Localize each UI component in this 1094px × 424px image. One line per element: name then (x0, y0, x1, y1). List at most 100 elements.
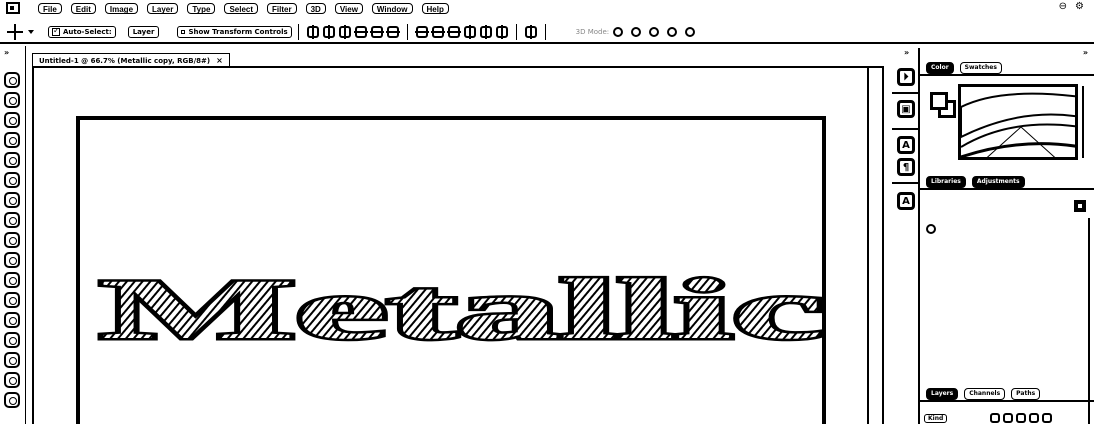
path-select-tool-icon[interactable] (4, 372, 20, 388)
character-panel-icon[interactable]: A (897, 136, 915, 154)
layer-filter-kind-dropdown[interactable]: Kind (924, 413, 948, 423)
properties-panel-icon[interactable]: ▣ (897, 100, 915, 118)
lasso-tool-icon[interactable] (4, 112, 20, 128)
quick-select-tool-icon[interactable] (4, 132, 20, 148)
dodge-tool-icon[interactable] (4, 332, 20, 348)
distribute-top-icon[interactable] (414, 26, 429, 38)
minimize-icon[interactable]: ⊖ (1059, 1, 1067, 12)
menu-type[interactable]: Type (187, 2, 216, 14)
filter-smart-object-icon[interactable] (1042, 413, 1053, 423)
foreground-color-swatch[interactable] (930, 92, 948, 110)
close-icon[interactable]: × (216, 56, 223, 65)
panel-dock: » Color Swatches Libraries Adjustments L… (920, 48, 1094, 424)
menu-help[interactable]: Help (421, 2, 449, 14)
align-hcenter-icon[interactable] (369, 26, 384, 38)
menu-edit[interactable]: Edit (70, 2, 96, 14)
filter-pixel-icon[interactable] (990, 413, 1001, 423)
3d-roll-icon[interactable] (631, 27, 642, 37)
metallic-text: Metallic (100, 270, 824, 350)
clone-stamp-tool-icon[interactable] (4, 232, 20, 248)
tab-layers[interactable]: Layers (926, 388, 959, 400)
color-spectrum[interactable] (958, 84, 1078, 160)
tab-channels[interactable]: Channels (964, 388, 1006, 400)
3d-rotate-icon[interactable] (613, 27, 624, 37)
checkbox-icon (52, 26, 60, 36)
3d-mode-label: 3D Mode: (575, 28, 610, 36)
divider (515, 24, 517, 40)
tab-libraries[interactable]: Libraries (926, 176, 966, 188)
checkbox-icon (181, 30, 186, 34)
blur-tool-icon[interactable] (4, 312, 20, 328)
options-bar: Auto-Select: Layer Show Transform Contro… (0, 22, 1094, 44)
auto-select-checkbox[interactable]: Auto-Select: (48, 26, 116, 38)
tool-preset-caret-icon[interactable] (28, 30, 34, 34)
menu-filter[interactable]: Filter (267, 2, 297, 14)
tab-swatches[interactable]: Swatches (959, 62, 1002, 74)
document-scrollbar[interactable] (867, 66, 884, 424)
menu-3d[interactable]: 3D (305, 2, 326, 14)
distribute-vcenter-icon[interactable] (430, 26, 445, 38)
layers-panel-tabs: Layers Channels Paths (920, 386, 1094, 402)
eyedropper-tool-icon[interactable] (4, 172, 20, 188)
menu-bar: File Edit Image Layer Type Select Filter… (0, 0, 1094, 16)
3d-scale-icon[interactable] (685, 27, 696, 37)
history-panel-icon[interactable]: ⏵ (897, 68, 915, 86)
show-transform-label: Show Transform Controls (188, 28, 288, 36)
filter-shape-icon[interactable] (1029, 413, 1040, 423)
filter-adjustment-icon[interactable] (1003, 413, 1014, 423)
libraries-panel-tabs: Libraries Adjustments (920, 174, 1094, 190)
window-controls: ⊖ ⚙ (1059, 1, 1084, 12)
document-tab[interactable]: Untitled-1 @ 66.7% (Metallic copy, RGB/8… (32, 53, 230, 67)
menu-file[interactable]: File (38, 2, 62, 14)
pen-tool-icon[interactable] (4, 352, 20, 368)
glyphs-panel-icon[interactable]: A (897, 192, 915, 210)
tab-adjustments[interactable]: Adjustments (971, 176, 1025, 188)
panel-grip-icon[interactable]: » (4, 48, 9, 57)
tab-color[interactable]: Color (926, 62, 954, 74)
eraser-tool-icon[interactable] (4, 272, 20, 288)
move-tool-icon[interactable] (4, 72, 20, 88)
3d-drag-icon[interactable] (649, 27, 660, 37)
show-transform-controls-checkbox[interactable]: Show Transform Controls (177, 26, 292, 38)
panel-grip-icon[interactable]: » (904, 48, 909, 57)
settings-icon[interactable]: ⚙ (1075, 1, 1084, 12)
tab-paths[interactable]: Paths (1011, 388, 1041, 400)
menu-view[interactable]: View (334, 2, 363, 14)
align-right-icon[interactable] (385, 26, 400, 38)
move-tool-icon[interactable] (6, 23, 24, 41)
auto-select-dropdown[interactable]: Layer (127, 26, 160, 38)
layers-filter-bar: Kind (924, 412, 1090, 424)
distribute-bottom-icon[interactable] (446, 26, 461, 38)
gradient-tool-icon[interactable] (4, 292, 20, 308)
healing-brush-tool-icon[interactable] (4, 192, 20, 208)
panel-grip-icon[interactable]: » (1083, 48, 1088, 57)
history-brush-tool-icon[interactable] (4, 252, 20, 268)
brush-tool-icon[interactable] (4, 212, 20, 228)
align-vcenter-icon[interactable] (322, 25, 335, 39)
divider (892, 128, 918, 130)
paragraph-panel-icon[interactable]: ¶ (897, 158, 915, 176)
tools-panel: » (0, 46, 26, 424)
menu-select[interactable]: Select (224, 2, 259, 14)
3d-slide-icon[interactable] (667, 27, 678, 37)
align-left-icon[interactable] (353, 26, 368, 38)
align-top-icon[interactable] (306, 25, 319, 39)
divider (544, 24, 546, 40)
auto-align-icon[interactable] (524, 25, 537, 39)
menu-layer[interactable]: Layer (147, 2, 179, 14)
align-bottom-icon[interactable] (338, 25, 351, 39)
photoshop-logo-icon (6, 2, 20, 14)
marquee-tool-icon[interactable] (4, 92, 20, 108)
color-slider[interactable] (1082, 86, 1090, 158)
crop-tool-icon[interactable] (4, 152, 20, 168)
type-tool-icon[interactable] (4, 392, 20, 408)
library-icon[interactable] (926, 224, 936, 234)
distribute-hcenter-icon[interactable] (479, 25, 492, 39)
filter-type-icon[interactable] (1016, 413, 1027, 423)
distribute-left-icon[interactable] (463, 25, 476, 39)
distribute-right-icon[interactable] (495, 25, 508, 39)
panel-menu-icon[interactable] (1074, 200, 1086, 212)
menu-image[interactable]: Image (104, 2, 139, 14)
divider (892, 92, 918, 94)
menu-window[interactable]: Window (371, 2, 413, 14)
